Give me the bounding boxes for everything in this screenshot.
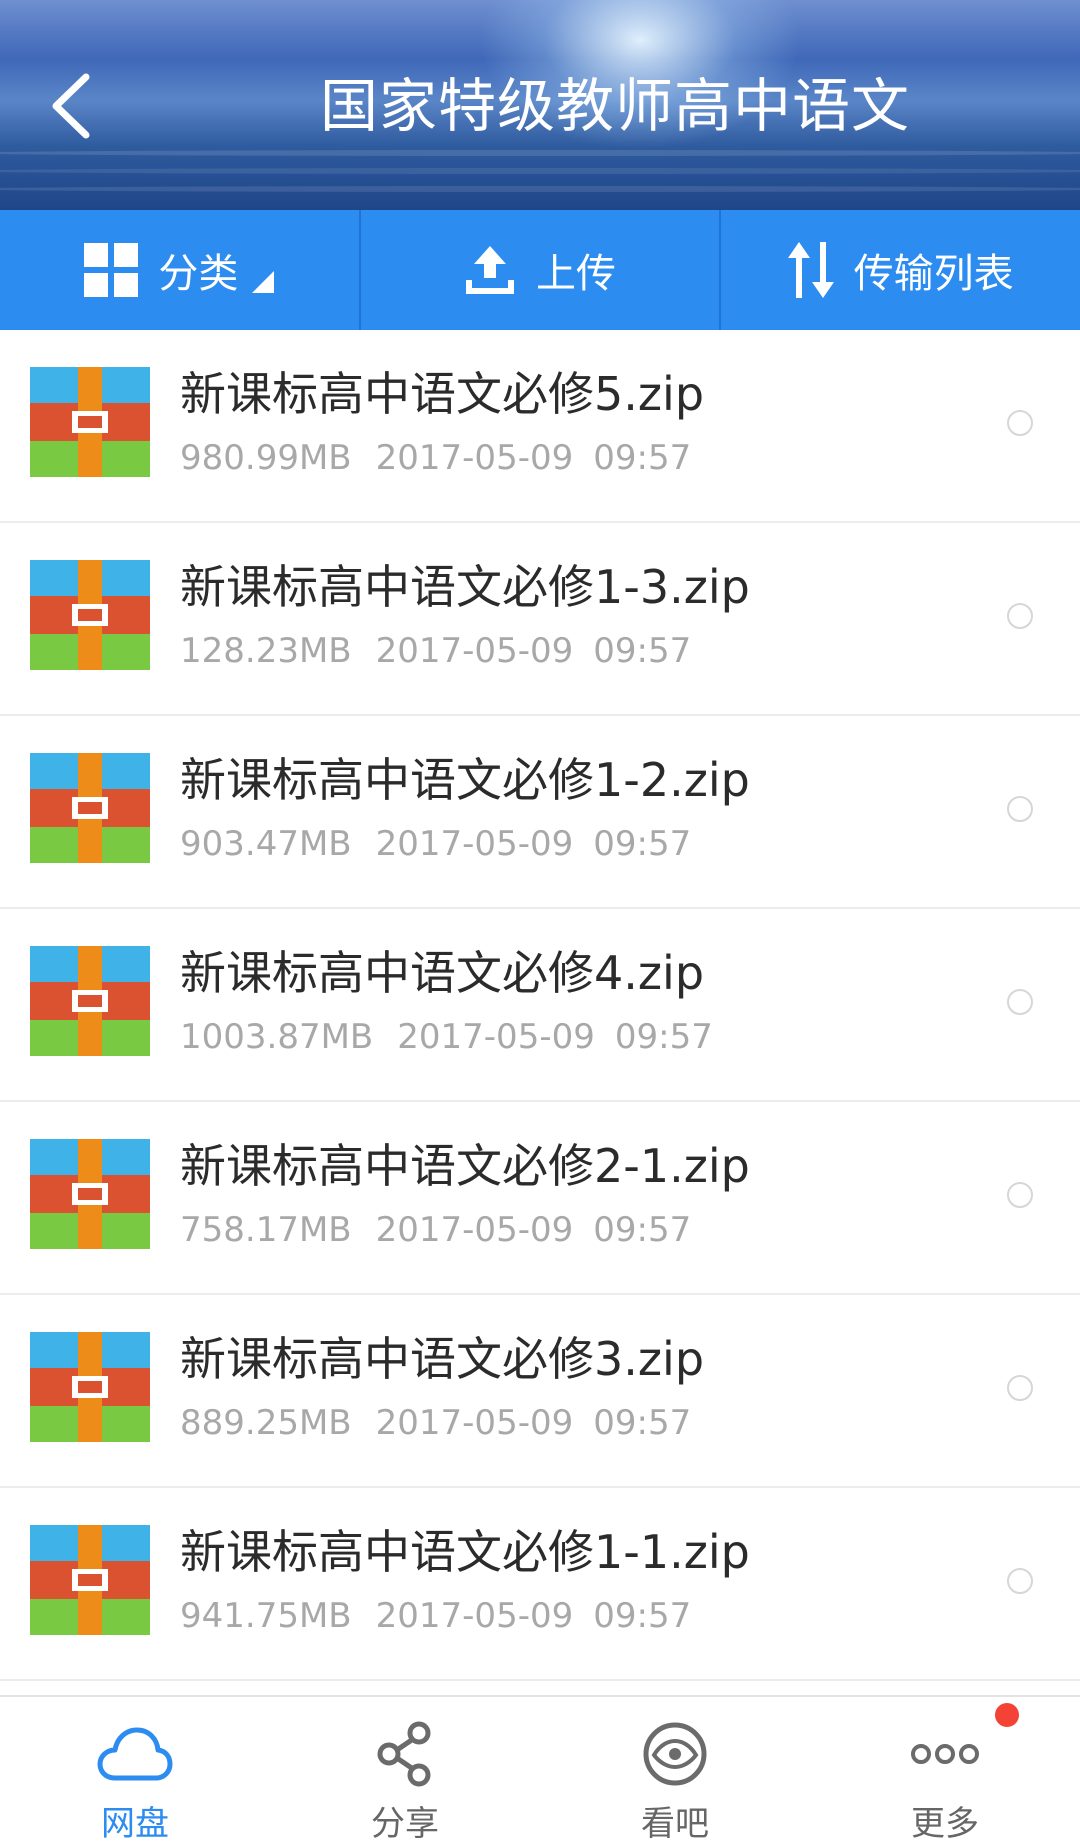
grid-icon [84, 243, 139, 297]
file-date: 2017-05-09 [375, 1210, 574, 1250]
file-name: 新课标高中语文必修4.zip [180, 946, 705, 1000]
file-row[interactable]: 新课标高中语文必修3.zip 889.25MB 2017-05-09 09:57 [0, 1295, 1080, 1488]
header-banner: 国家特级教师高中语文 [0, 0, 1080, 210]
file-size: 980.99MB [180, 438, 352, 478]
back-button[interactable] [40, 66, 100, 146]
upload-button[interactable]: 上传 [358, 210, 720, 330]
zip-archive-icon [30, 367, 150, 477]
cloud-icon [97, 1715, 173, 1792]
file-meta: 1003.87MB 2017-05-09 09:57 [180, 1017, 713, 1057]
category-label: 分类 [158, 251, 239, 297]
file-meta: 980.99MB 2017-05-09 09:57 [180, 438, 691, 478]
nav-label: 分享 [371, 1804, 439, 1844]
file-row[interactable]: 新课标高中语文必修4.zip 1003.87MB 2017-05-09 09:57 [0, 909, 1080, 1102]
transfer-list-button[interactable]: 传输列表 [719, 210, 1080, 330]
file-name: 新课标高中语文必修5.zip [180, 367, 705, 421]
file-date: 2017-05-09 [375, 824, 574, 864]
nav-label: 看吧 [641, 1804, 709, 1844]
file-meta: 758.17MB 2017-05-09 09:57 [180, 1210, 691, 1250]
file-name: 新课标高中语文必修1-3.zip [180, 560, 750, 614]
share-icon [375, 1715, 435, 1792]
file-list: 新课标高中语文必修5.zip 980.99MB 2017-05-09 09:57 新… [0, 330, 1080, 1681]
select-radio[interactable] [1007, 410, 1033, 436]
file-time: 09:57 [593, 1210, 692, 1250]
eye-icon [642, 1715, 708, 1792]
nav-item-more[interactable]: 更多 [810, 1697, 1080, 1845]
file-row[interactable]: 新课标高中语文必修1-1.zip 941.75MB 2017-05-09 09:57 [0, 1488, 1080, 1681]
file-date: 2017-05-09 [397, 1017, 595, 1057]
file-date: 2017-05-09 [375, 1403, 574, 1443]
file-meta: 941.75MB 2017-05-09 09:57 [180, 1596, 691, 1636]
more-dots-icon [909, 1715, 981, 1792]
select-radio[interactable] [1007, 989, 1033, 1015]
file-name: 新课标高中语文必修2-1.zip [180, 1139, 750, 1193]
transfer-arrows-icon [787, 242, 834, 298]
upload-icon [464, 244, 516, 296]
dropdown-triangle-icon [252, 257, 275, 303]
file-date: 2017-05-09 [375, 631, 574, 671]
nav-label: 网盘 [101, 1804, 169, 1844]
page-title: 国家特级教师高中语文 [319, 72, 910, 140]
file-time: 09:57 [593, 1403, 692, 1443]
nav-label: 更多 [911, 1804, 979, 1844]
file-meta: 128.23MB 2017-05-09 09:57 [180, 631, 691, 671]
nav-item-watch[interactable]: 看吧 [540, 1697, 810, 1845]
file-time: 09:57 [593, 824, 692, 864]
file-row[interactable]: 新课标高中语文必修1-3.zip 128.23MB 2017-05-09 09:57 [0, 523, 1080, 716]
file-date: 2017-05-09 [375, 1596, 574, 1636]
zip-archive-icon [30, 946, 150, 1056]
file-row[interactable]: 新课标高中语文必修2-1.zip 758.17MB 2017-05-09 09:57 [0, 1102, 1080, 1295]
zip-archive-icon [30, 753, 150, 863]
file-date: 2017-05-09 [375, 438, 574, 478]
zip-archive-icon [30, 560, 150, 670]
nav-item-share[interactable]: 分享 [270, 1697, 540, 1845]
select-radio[interactable] [1007, 796, 1033, 822]
toolbar: 分类 上传 传输列表 [0, 210, 1080, 330]
select-radio[interactable] [1007, 1568, 1033, 1594]
chevron-left-icon [52, 73, 90, 139]
zip-archive-icon [30, 1139, 150, 1249]
file-size: 1003.87MB [180, 1017, 374, 1057]
file-time: 09:57 [614, 1017, 713, 1057]
file-size: 758.17MB [180, 1210, 352, 1250]
file-row[interactable]: 新课标高中语文必修5.zip 980.99MB 2017-05-09 09:57 [0, 330, 1080, 523]
transfer-list-label: 传输列表 [853, 251, 1014, 297]
notification-badge [995, 1703, 1019, 1727]
nav-item-cloud-drive[interactable]: 网盘 [0, 1697, 270, 1845]
category-button[interactable]: 分类 [0, 210, 359, 330]
file-name: 新课标高中语文必修1-1.zip [180, 1525, 750, 1579]
file-meta: 903.47MB 2017-05-09 09:57 [180, 824, 691, 864]
file-size: 889.25MB [180, 1403, 352, 1443]
file-time: 09:57 [593, 438, 692, 478]
file-size: 128.23MB [180, 631, 352, 671]
select-radio[interactable] [1007, 1182, 1033, 1208]
file-name: 新课标高中语文必修3.zip [180, 1332, 705, 1386]
bottom-nav: 网盘 分享 看吧 更多 [0, 1695, 1080, 1845]
file-time: 09:57 [593, 1596, 692, 1636]
file-size: 903.47MB [180, 824, 352, 864]
file-size: 941.75MB [180, 1596, 352, 1636]
file-meta: 889.25MB 2017-05-09 09:57 [180, 1403, 691, 1443]
select-radio[interactable] [1007, 1375, 1033, 1401]
file-row[interactable]: 新课标高中语文必修1-2.zip 903.47MB 2017-05-09 09:57 [0, 716, 1080, 909]
file-name: 新课标高中语文必修1-2.zip [180, 753, 750, 807]
zip-archive-icon [30, 1525, 150, 1635]
zip-archive-icon [30, 1332, 150, 1442]
select-radio[interactable] [1007, 603, 1033, 629]
file-time: 09:57 [593, 631, 692, 671]
upload-label: 上传 [536, 251, 616, 297]
